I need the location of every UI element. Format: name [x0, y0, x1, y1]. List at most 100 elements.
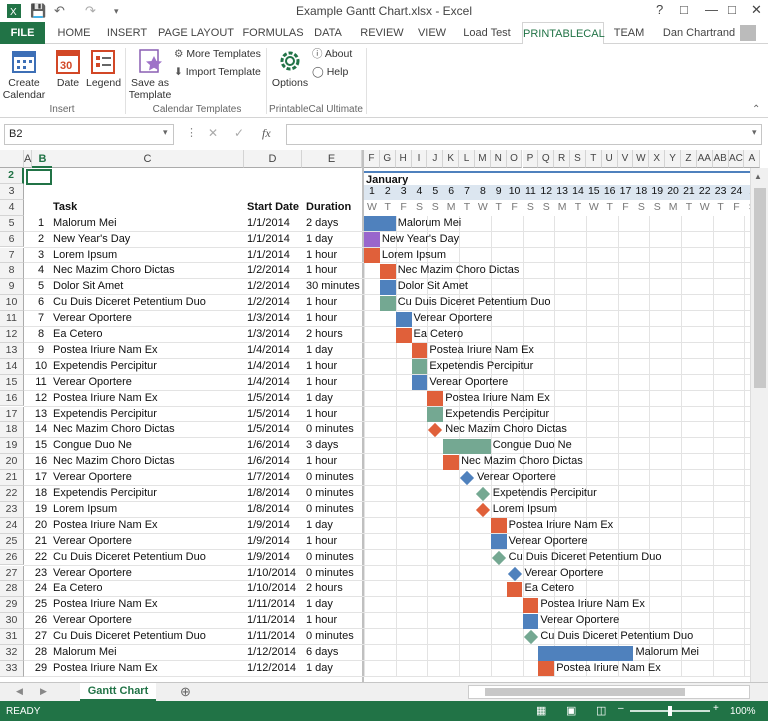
prev-sheet-icon[interactable]: ◀	[16, 686, 23, 697]
row-header-29[interactable]: 29	[0, 597, 24, 614]
import-template-button[interactable]: ⬇ Import Template	[174, 66, 266, 78]
formula-input[interactable]	[286, 124, 762, 145]
row-header-17[interactable]: 17	[0, 406, 24, 423]
zoom-out-icon[interactable]: –	[618, 703, 624, 714]
row-header-5[interactable]: 5	[0, 215, 24, 232]
column-header-c[interactable]: C	[52, 150, 244, 168]
customize-qat-icon[interactable]: ▾	[114, 6, 119, 17]
sheet-tab-gantt-chart[interactable]: Gantt Chart	[80, 683, 156, 701]
tab-review[interactable]: REVIEW	[356, 22, 408, 44]
column-header-ac[interactable]: AC	[728, 150, 745, 168]
column-header-v[interactable]: V	[617, 150, 634, 168]
create-calendar-button[interactable]: Create Calendar	[2, 48, 46, 101]
options-button[interactable]: Options	[270, 48, 310, 89]
tab-page-layout[interactable]: PAGE LAYOUT	[156, 22, 236, 44]
column-header-o[interactable]: O	[506, 150, 523, 168]
row-header-3[interactable]: 3	[0, 183, 24, 200]
tab-load-test[interactable]: Load Test	[458, 22, 516, 44]
column-header-n[interactable]: N	[490, 150, 507, 168]
zoom-level[interactable]: 100%	[730, 706, 756, 717]
next-sheet-icon[interactable]: ▶	[40, 686, 47, 697]
zoom-slider-thumb[interactable]	[668, 706, 672, 716]
row-header-25[interactable]: 25	[0, 533, 24, 550]
redo-icon[interactable]: ↷	[85, 3, 96, 19]
undo-icon[interactable]: ↶	[54, 3, 65, 19]
tab-data[interactable]: DATA	[310, 22, 346, 44]
column-header-m[interactable]: M	[474, 150, 491, 168]
row-header-20[interactable]: 20	[0, 454, 24, 471]
horizontal-scrollbar[interactable]	[468, 685, 750, 699]
column-header-f[interactable]: F	[364, 150, 380, 168]
column-header-a[interactable]: A	[744, 150, 761, 168]
column-header-w[interactable]: W	[633, 150, 650, 168]
row-header-31[interactable]: 31	[0, 629, 24, 645]
tab-formulas[interactable]: FORMULAS	[242, 22, 304, 44]
row-header-33[interactable]: 33	[0, 660, 24, 677]
column-header-y[interactable]: Y	[665, 150, 681, 168]
column-header-d[interactable]: D	[244, 150, 302, 168]
row-header-28[interactable]: 28	[0, 581, 24, 598]
about-button[interactable]: ⓘ About	[312, 48, 362, 60]
row-header-26[interactable]: 26	[0, 549, 24, 566]
column-header-p[interactable]: P	[522, 150, 539, 168]
row-header-30[interactable]: 30	[0, 613, 24, 630]
tab-insert[interactable]: INSERT	[104, 22, 150, 44]
row-header-6[interactable]: 6	[0, 231, 24, 248]
name-box[interactable]: B2	[4, 124, 174, 145]
column-header-u[interactable]: U	[601, 150, 618, 168]
cancel-icon[interactable]: ✕	[208, 126, 218, 140]
row-header-24[interactable]: 24	[0, 517, 24, 534]
row-header-21[interactable]: 21	[0, 470, 24, 486]
minimize-icon[interactable]: —	[705, 2, 718, 17]
column-header-h[interactable]: H	[395, 150, 412, 168]
row-header-7[interactable]: 7	[0, 247, 24, 264]
avatar[interactable]	[740, 25, 756, 41]
vertical-scroll-thumb[interactable]	[754, 188, 766, 388]
enter-icon[interactable]: ✓	[234, 126, 244, 140]
insert-function-icon[interactable]: fx	[262, 126, 271, 141]
help-button[interactable]: ?	[656, 2, 663, 17]
user-name[interactable]: Dan Chartrand	[660, 22, 738, 44]
expand-formula-bar-icon[interactable]: ▾	[752, 127, 757, 138]
column-header-i[interactable]: I	[411, 150, 428, 168]
column-header-r[interactable]: R	[554, 150, 571, 168]
row-header-9[interactable]: 9	[0, 279, 24, 296]
row-header-14[interactable]: 14	[0, 358, 24, 375]
column-header-e[interactable]: E	[302, 150, 362, 168]
row-header-13[interactable]: 13	[0, 342, 24, 359]
page-layout-view-icon[interactable]: ▣	[566, 704, 576, 717]
row-header-2[interactable]: 2	[0, 168, 24, 184]
column-header-ab[interactable]: AB	[712, 150, 729, 168]
select-all-corner[interactable]	[0, 150, 24, 168]
column-header-k[interactable]: K	[443, 150, 460, 168]
row-header-19[interactable]: 19	[0, 438, 24, 455]
scroll-up-icon[interactable]: ▲	[754, 172, 762, 181]
column-header-g[interactable]: G	[379, 150, 396, 168]
column-header-q[interactable]: Q	[538, 150, 555, 168]
ribbon-display-icon[interactable]: □	[680, 2, 688, 17]
column-header-x[interactable]: X	[649, 150, 666, 168]
save-as-template-button[interactable]: Save as Template	[128, 48, 172, 101]
row-header-4[interactable]: 4	[0, 199, 24, 216]
more-templates-button[interactable]: ⚙ More Templates	[174, 48, 266, 60]
row-header-27[interactable]: 27	[0, 565, 24, 582]
column-header-s[interactable]: S	[570, 150, 586, 168]
column-header-z[interactable]: Z	[681, 150, 697, 168]
row-header-23[interactable]: 23	[0, 501, 24, 518]
save-icon[interactable]: 💾	[30, 3, 46, 19]
new-sheet-icon[interactable]: ⊕	[180, 684, 191, 700]
row-header-22[interactable]: 22	[0, 486, 24, 502]
worksheet-grid[interactable]: A B C D E F G H I J K L M N O P Q R S T U V W X Y Z AA AB AC A 234567…	[0, 150, 768, 682]
tab-home[interactable]: HOME	[52, 22, 96, 44]
row-header-12[interactable]: 12	[0, 327, 24, 343]
column-header-b[interactable]: B	[32, 150, 54, 168]
zoom-in-icon[interactable]: +	[713, 703, 719, 714]
name-box-dropdown-icon[interactable]: ▾	[163, 127, 168, 138]
date-button[interactable]: 30 Date	[54, 48, 82, 89]
column-header-l[interactable]: L	[459, 150, 475, 168]
horizontal-scroll-thumb[interactable]	[485, 688, 685, 696]
row-header-8[interactable]: 8	[0, 263, 24, 280]
tab-view[interactable]: VIEW	[414, 22, 450, 44]
page-break-view-icon[interactable]: ◫	[596, 704, 606, 717]
column-header-j[interactable]: J	[427, 150, 444, 168]
